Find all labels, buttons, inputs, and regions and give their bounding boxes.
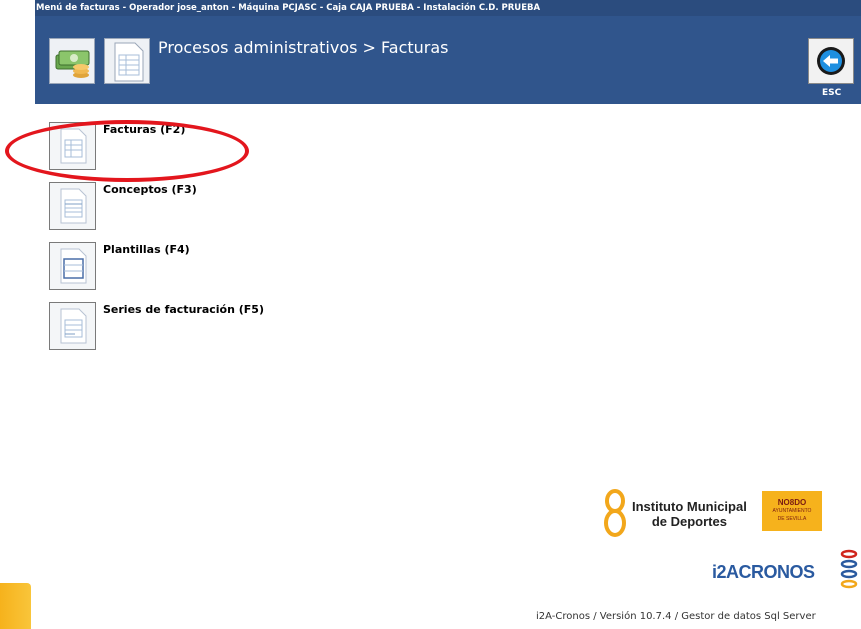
concepts-document-icon xyxy=(49,182,96,230)
sevilla-line-3: DE SEVILLA xyxy=(777,516,807,522)
left-strip xyxy=(0,0,35,629)
menu-item-label: Facturas (F2) xyxy=(103,123,186,136)
imd-line-1: Instituto Municipal xyxy=(632,499,747,514)
imd-line-2: de Deportes xyxy=(651,514,727,529)
imd-eight-icon xyxy=(604,489,626,537)
menu-item-series[interactable]: Series de facturación (F5) xyxy=(49,302,549,352)
series-document-icon xyxy=(49,302,96,350)
menu-item-label: Series de facturación (F5) xyxy=(103,303,264,316)
document-icon[interactable] xyxy=(104,38,150,84)
page-header: Procesos administrativos > Facturas ESC xyxy=(35,16,861,104)
version-footer: i2A-Cronos / Versión 10.7.4 / Gestor de … xyxy=(536,611,816,622)
orange-side-tab[interactable] xyxy=(0,583,31,629)
menu-item-conceptos[interactable]: Conceptos (F3) xyxy=(49,182,549,232)
invoice-document-icon xyxy=(49,122,96,170)
back-arrow-icon xyxy=(817,47,845,75)
app-window: Menú de facturas - Operador jose_anton -… xyxy=(0,0,861,629)
cronos-rings-icon xyxy=(840,549,858,589)
imd-text: Instituto Municipal de Deportes xyxy=(632,499,747,529)
template-document-icon xyxy=(49,242,96,290)
back-button[interactable] xyxy=(808,38,854,84)
cronos-logo: i2ACRONOS xyxy=(712,548,861,596)
money-icon[interactable] xyxy=(49,38,95,84)
page-title: Procesos administrativos > Facturas xyxy=(158,38,449,57)
sevilla-logo: NO8DO AYUNTAMIENTO DE SEVILLA xyxy=(762,491,822,531)
menu-item-facturas[interactable]: Facturas (F2) xyxy=(49,122,549,172)
esc-label: ESC xyxy=(822,88,842,98)
menu-item-label: Conceptos (F3) xyxy=(103,183,197,196)
window-titlebar: Menú de facturas - Operador jose_anton -… xyxy=(35,0,861,16)
imd-logo: Instituto Municipal de Deportes xyxy=(602,488,752,538)
menu-item-label: Plantillas (F4) xyxy=(103,243,190,256)
sevilla-line-1: NO8DO xyxy=(777,498,807,507)
sevilla-line-2: AYUNTAMIENTO xyxy=(772,508,812,514)
cronos-text: i2ACRONOS xyxy=(712,562,815,582)
menu-item-plantillas[interactable]: Plantillas (F4) xyxy=(49,242,549,292)
